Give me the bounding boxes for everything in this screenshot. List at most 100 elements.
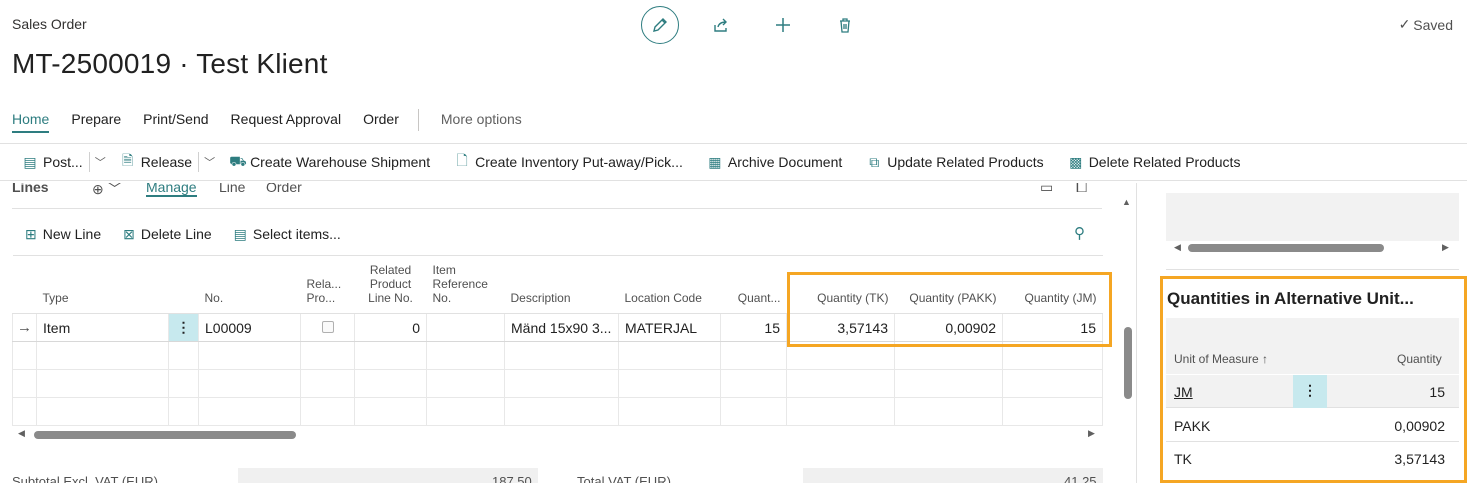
empty-cell[interactable] — [504, 341, 619, 370]
empty-cell[interactable] — [300, 397, 355, 426]
empty-cell[interactable] — [198, 341, 301, 370]
empty-cell[interactable] — [720, 341, 787, 370]
factbox-scroll-right-icon[interactable]: ▶ — [1442, 242, 1449, 253]
col-related-line-no[interactable]: Related Product Line No. — [354, 255, 427, 314]
col-type[interactable]: Type — [36, 255, 169, 314]
add-icon[interactable] — [763, 6, 803, 44]
empty-cell[interactable] — [36, 369, 169, 398]
col-description[interactable]: Description — [504, 255, 619, 314]
menu-home[interactable]: Home — [12, 107, 50, 133]
col-location-code[interactable]: Location Code — [618, 255, 721, 314]
create-warehouse-shipment-button[interactable]: ⛟ Create Warehouse Shipment — [229, 144, 430, 180]
factbox-scroll-left-icon[interactable]: ◀ — [1174, 242, 1181, 253]
empty-cell — [12, 341, 37, 370]
cell-no[interactable]: L00009 — [198, 313, 301, 342]
empty-cell[interactable] — [36, 341, 169, 370]
lines-options-icon[interactable]: ⊕ ﹀ — [92, 183, 122, 199]
scrollbar-thumb[interactable] — [34, 431, 296, 439]
empty-cell[interactable] — [894, 397, 1003, 426]
empty-cell[interactable] — [1002, 397, 1103, 426]
archive-document-button[interactable]: ▦ Archive Document — [707, 144, 842, 180]
share-lines-icon[interactable]: ▭ — [1040, 183, 1053, 196]
empty-cell[interactable] — [168, 341, 199, 370]
empty-cell[interactable] — [426, 341, 505, 370]
delete-line-button[interactable]: ⊠ Delete Line — [123, 226, 212, 243]
cell-quantity[interactable]: 15 — [720, 313, 787, 342]
empty-cell[interactable] — [198, 369, 301, 398]
empty-cell[interactable] — [618, 397, 721, 426]
action-bar: ▤ Post... ﹀ 🗎 Release ﹀ ⛟ Create Warehou… — [0, 143, 1467, 181]
create-putaway-button[interactable]: 🗋 Create Inventory Put-away/Pick... — [454, 144, 682, 180]
empty-cell[interactable] — [504, 369, 619, 398]
col-quantity[interactable]: Quant... — [720, 255, 787, 314]
new-line-button[interactable]: ⊞ New Line — [25, 226, 101, 243]
update-related-products-button[interactable]: ⧉ Update Related Products — [866, 144, 1043, 180]
post-dropdown-chevron-icon[interactable]: ﹀ — [88, 152, 106, 172]
post-button[interactable]: ▤ Post... — [22, 144, 82, 180]
delete-icon[interactable] — [825, 6, 865, 44]
tab-line[interactable]: Line — [219, 183, 245, 195]
factbox-scrollbar-thumb[interactable] — [1188, 244, 1384, 252]
empty-cell[interactable] — [354, 397, 427, 426]
factbox-previous-part — [1166, 193, 1459, 241]
release-split: 🗎 Release ﹀ — [120, 144, 215, 180]
cell-type[interactable]: Item — [36, 313, 169, 342]
release-button[interactable]: 🗎 Release — [120, 144, 192, 180]
menu-order[interactable]: Order — [352, 107, 410, 133]
tab-order[interactable]: Order — [266, 183, 302, 195]
empty-cell[interactable] — [720, 397, 787, 426]
col-no[interactable]: No. — [198, 255, 301, 314]
empty-cell[interactable] — [894, 369, 1003, 398]
empty-cell[interactable] — [300, 341, 355, 370]
empty-cell[interactable] — [168, 369, 199, 398]
release-dropdown-chevron-icon[interactable]: ﹀ — [198, 152, 215, 172]
factbox-horizontal-scrollbar[interactable]: ◀ ▶ — [1166, 241, 1459, 255]
empty-cell[interactable] — [354, 341, 427, 370]
table-row[interactable] — [12, 369, 1103, 398]
empty-cell[interactable] — [504, 397, 619, 426]
scroll-left-icon[interactable]: ◀ — [18, 428, 25, 439]
empty-cell[interactable] — [786, 369, 895, 398]
empty-cell[interactable] — [198, 397, 301, 426]
release-icon: 🗎 — [122, 152, 134, 168]
edit-icon[interactable] — [641, 6, 679, 44]
menu-prepare[interactable]: Prepare — [60, 107, 132, 133]
menu-request-approval[interactable]: Request Approval — [220, 107, 353, 133]
empty-cell[interactable] — [1002, 369, 1103, 398]
scroll-up-icon[interactable]: ▲ — [1122, 197, 1131, 207]
share-icon[interactable] — [701, 6, 741, 44]
row-menu-icon[interactable]: ⋮ — [168, 313, 199, 342]
post-split: ▤ Post... ﹀ — [22, 144, 106, 180]
empty-cell[interactable] — [618, 369, 721, 398]
empty-cell[interactable] — [786, 397, 895, 426]
empty-cell[interactable] — [168, 397, 199, 426]
col-item-reference[interactable]: Item Reference No. — [426, 255, 505, 314]
new-line-label: New Line — [42, 226, 102, 242]
total-vat-value: 41,25 — [1064, 474, 1097, 483]
scroll-right-icon[interactable]: ▶ — [1088, 428, 1095, 439]
empty-cell[interactable] — [36, 397, 169, 426]
select-items-button[interactable]: ▤ Select items... — [234, 226, 341, 243]
menu-print-send[interactable]: Print/Send — [132, 107, 219, 133]
menu-more-options[interactable]: More options — [430, 107, 533, 133]
empty-cell[interactable] — [354, 369, 427, 398]
cell-location-code[interactable]: MATERJAL — [618, 313, 721, 342]
cell-item-reference[interactable] — [426, 313, 505, 342]
empty-cell[interactable] — [618, 341, 721, 370]
table-row[interactable] — [12, 397, 1103, 426]
empty-cell[interactable] — [300, 369, 355, 398]
col-rela-pro[interactable]: Rela... Pro... — [300, 255, 355, 314]
cell-description[interactable]: Mänd 15x90 3... — [504, 313, 619, 342]
empty-cell[interactable] — [720, 369, 787, 398]
pin-icon[interactable]: ⚲ — [1074, 224, 1085, 242]
expand-icon[interactable]: ⧠ — [1076, 183, 1087, 196]
cell-related-line-no[interactable]: 0 — [354, 313, 427, 342]
lines-horizontal-scrollbar[interactable]: ◀ ▶ — [12, 427, 1102, 441]
rela-pro-checkbox[interactable] — [321, 320, 334, 333]
empty-cell[interactable] — [426, 397, 505, 426]
delete-related-products-button[interactable]: ▩ Delete Related Products — [1068, 144, 1240, 180]
tab-manage[interactable]: Manage — [146, 183, 197, 197]
empty-cell[interactable] — [426, 369, 505, 398]
vertical-scrollbar-thumb[interactable] — [1124, 327, 1132, 399]
cell-rela-pro[interactable] — [300, 313, 355, 342]
